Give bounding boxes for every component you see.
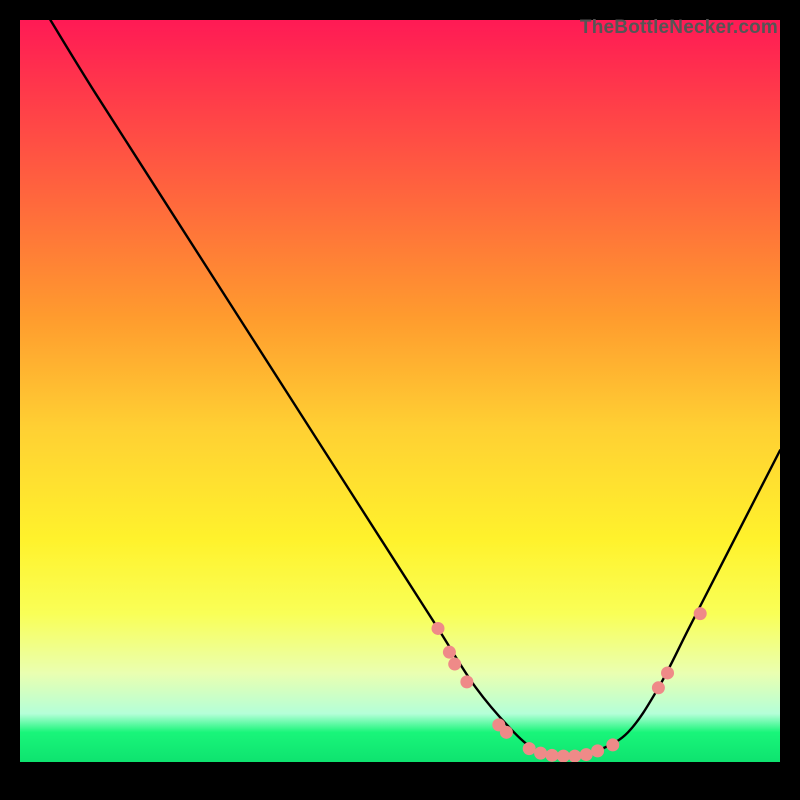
chart-marker [652, 681, 665, 694]
chart-marker [546, 749, 559, 762]
chart-svg [20, 20, 780, 762]
chart-marker [661, 666, 674, 679]
chart-marker [568, 750, 581, 762]
chart-marker [694, 607, 707, 620]
chart-marker [557, 750, 570, 762]
chart-plot-area [20, 20, 780, 762]
chart-marker [448, 658, 461, 671]
chart-marker [591, 744, 604, 757]
chart-marker [523, 742, 536, 755]
chart-marker [443, 646, 456, 659]
chart-marker [580, 748, 593, 761]
chart-marker [500, 726, 513, 739]
chart-bottom-border [20, 762, 780, 780]
chart-marker [432, 622, 445, 635]
chart-marker [606, 738, 619, 751]
chart-frame: TheBottleNecker.com [20, 20, 780, 780]
chart-marker [460, 675, 473, 688]
chart-curve [50, 20, 780, 757]
watermark-text: TheBottleNecker.com [580, 17, 778, 39]
chart-marker [534, 747, 547, 760]
chart-markers [432, 607, 707, 762]
